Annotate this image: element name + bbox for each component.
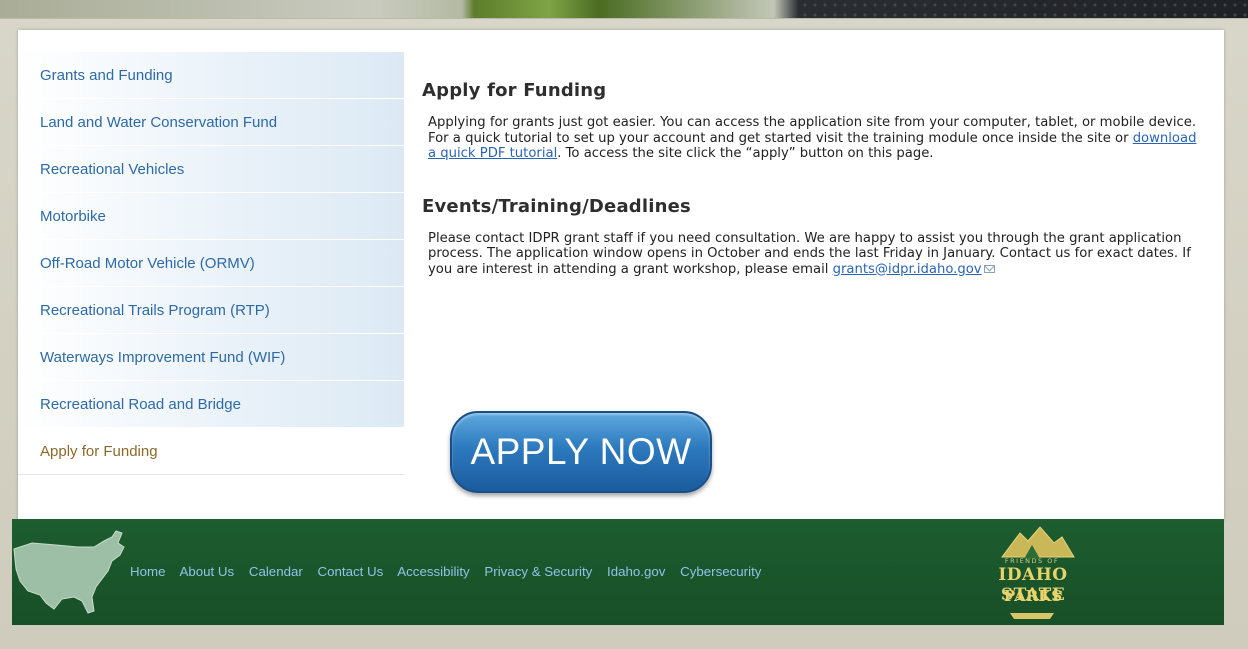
sidebar-item-label: Recreational Road and Bridge (40, 396, 241, 413)
sidebar-item-grants-and-funding[interactable]: Grants and Funding (18, 52, 404, 99)
footer-link-idaho-gov[interactable]: Idaho.gov (607, 564, 665, 579)
sidebar-item-label: Recreational Vehicles (40, 161, 185, 178)
sidebar-item-recreational-vehicles[interactable]: Recreational Vehicles (18, 146, 404, 193)
sidebar-item-road-and-bridge[interactable]: Recreational Road and Bridge (18, 381, 404, 428)
sidebar-item-apply-for-funding[interactable]: Apply for Funding (18, 428, 404, 475)
sidebar-item-rtp[interactable]: Recreational Trails Program (RTP) (18, 287, 404, 334)
footer-link-accessibility[interactable]: Accessibility (397, 564, 469, 579)
sidebar-item-ormv[interactable]: Off-Road Motor Vehicle (ORMV) (18, 240, 404, 287)
logo-tagline: FRIENDS OF (1004, 557, 1060, 565)
us-map-icon (13, 530, 125, 614)
sidebar-item-label: Recreational Trails Program (RTP) (40, 302, 270, 319)
sidebar-item-wif[interactable]: Waterways Improvement Fund (WIF) (18, 334, 404, 381)
footer-link-cybersecurity[interactable]: Cybersecurity (680, 564, 761, 579)
apply-description: Applying for grants just got easier. You… (422, 115, 1197, 162)
apply-description-text-end: . To access the site click the “apply” b… (557, 146, 934, 161)
section-heading-events: Events/Training/Deadlines (422, 195, 691, 217)
sidebar-item-lwcf[interactable]: Land and Water Conservation Fund (18, 99, 404, 146)
apply-now-button[interactable]: APPLY NOW (450, 411, 712, 493)
sidebar-item-label: Waterways Improvement Fund (WIF) (40, 349, 286, 366)
footer-links: Home About Us Calendar Contact Us Access… (130, 519, 772, 625)
logo-text-line2: PARKS (1003, 587, 1063, 605)
sidebar-item-label: Grants and Funding (40, 67, 173, 84)
email-link[interactable]: grants@idpr.idaho.gov (833, 262, 982, 277)
sidebar-item-label: Land and Water Conservation Fund (40, 114, 278, 131)
footer-link-privacy[interactable]: Privacy & Security (484, 564, 592, 579)
mail-icon (983, 264, 995, 273)
footer-link-home[interactable]: Home (130, 564, 165, 579)
main-content: Apply for Funding Applying for grants ju… (422, 80, 1202, 277)
section-heading-apply: Apply for Funding (422, 80, 607, 101)
events-description-text: Please contact IDPR grant staff if you n… (428, 230, 1191, 277)
sidebar-item-label: Apply for Funding (40, 443, 158, 460)
footer-link-contact[interactable]: Contact Us (318, 564, 384, 579)
sidebar-nav: Grants and Funding Land and Water Conser… (18, 52, 404, 475)
events-description: Please contact IDPR grant staff if you n… (422, 231, 1204, 278)
idaho-state-parks-logo[interactable]: FRIENDS OF IDAHO STATE PARKS (962, 519, 1102, 625)
sidebar-item-label: Motorbike (40, 208, 106, 225)
apply-description-text: Applying for grants just got easier. You… (428, 115, 1197, 146)
footer-link-about[interactable]: About Us (179, 564, 234, 579)
site-footer: Home About Us Calendar Contact Us Access… (12, 519, 1224, 625)
footer-link-calendar[interactable]: Calendar (249, 564, 303, 579)
sidebar-item-label: Off-Road Motor Vehicle (ORMV) (40, 255, 255, 272)
sidebar-item-motorbike[interactable]: Motorbike (18, 193, 404, 240)
